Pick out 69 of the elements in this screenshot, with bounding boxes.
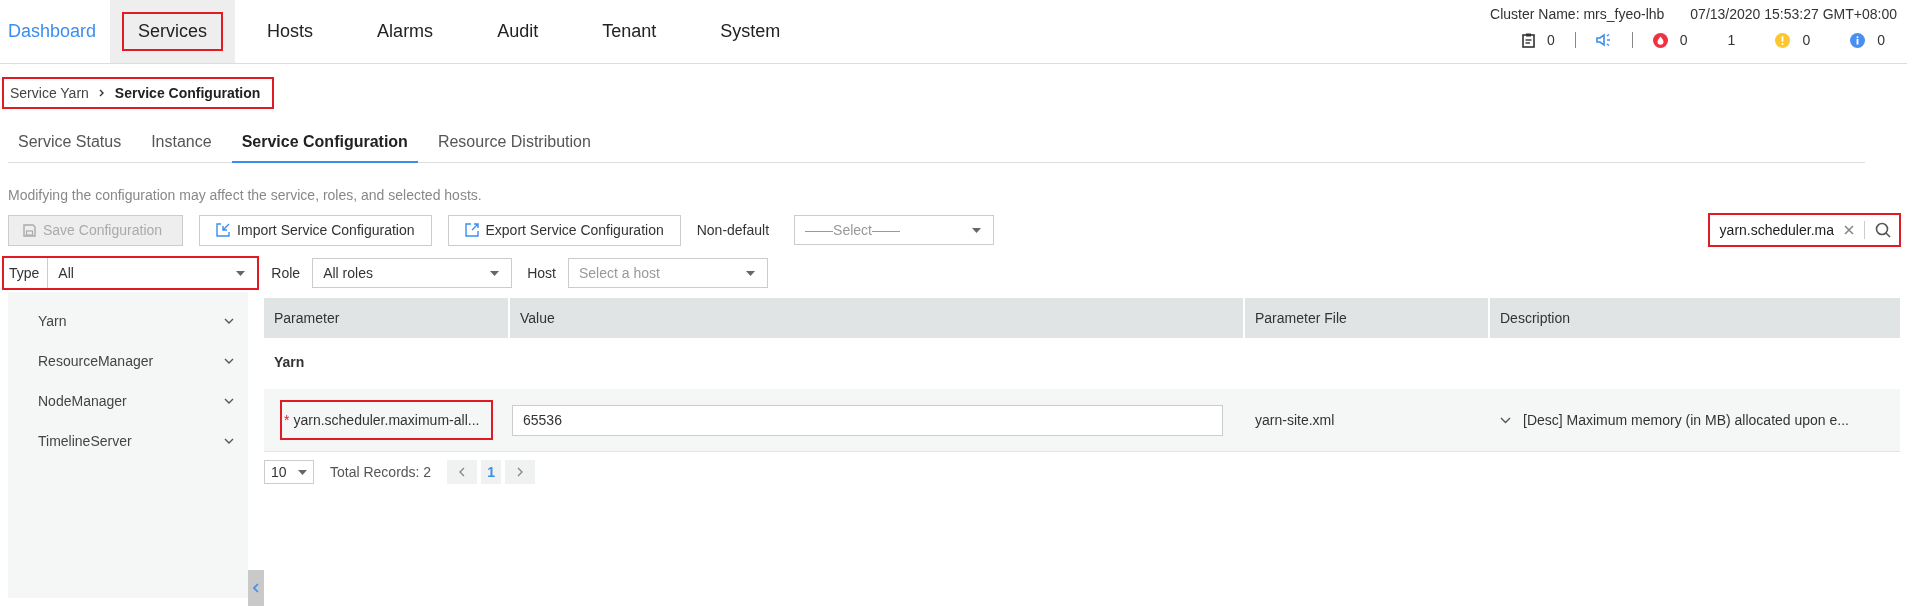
import-button[interactable]: Import Service Configuration	[199, 214, 432, 246]
sidebar-item[interactable]: Yarn	[8, 301, 248, 341]
column-header: Parameter File	[1245, 298, 1490, 338]
breadcrumb-link[interactable]: Service Yarn	[10, 85, 89, 101]
chevron-icon	[98, 89, 105, 97]
export-button[interactable]: Export Service Configuration	[447, 214, 681, 246]
nav-tab[interactable]: Hosts	[235, 0, 346, 63]
chevron-down-icon	[224, 438, 234, 444]
caret-icon	[490, 270, 500, 276]
sidebar-item[interactable]: NodeManager	[8, 381, 248, 421]
chevron-right-icon	[517, 467, 524, 477]
caret-icon	[298, 469, 307, 475]
critical-alarm-icon[interactable]	[1652, 32, 1668, 48]
nav-tab[interactable]: Tenant	[570, 0, 689, 63]
nav-tab[interactable]: System	[688, 0, 813, 63]
column-header: Value	[510, 298, 1245, 338]
search-field[interactable]: yarn.scheduler.ma	[1707, 213, 1901, 247]
page-size-select[interactable]: 10	[264, 460, 314, 484]
info-icon[interactable]	[1850, 32, 1866, 48]
alarm-count: 1	[1727, 32, 1736, 48]
chevron-down-icon	[224, 358, 234, 364]
cluster-name: Cluster Name: mrs_fyeo-lhb	[1490, 6, 1665, 22]
caret-icon	[236, 270, 246, 276]
expand-chevron-icon[interactable]	[1500, 416, 1511, 424]
filter-select[interactable]: All roles	[312, 258, 513, 288]
total-records: Total Records: 2	[330, 464, 432, 480]
alarm-count: 0	[1679, 32, 1688, 48]
collapse-handle[interactable]	[248, 570, 264, 606]
chevron-left-icon	[459, 467, 466, 477]
group-title: Yarn	[273, 353, 306, 372]
export-icon	[464, 223, 479, 237]
nav-tab[interactable]: Alarms	[345, 0, 466, 63]
chevron-down-icon	[224, 398, 234, 404]
tab[interactable]: Service Status	[8, 125, 132, 163]
sidebar-item[interactable]: TimelineServer	[8, 421, 248, 461]
previous-page-button[interactable]	[447, 460, 478, 484]
caret-icon	[745, 270, 755, 276]
filter-label: Host	[527, 265, 556, 281]
caret-icon	[972, 227, 982, 233]
nav-tab[interactable]: Services	[110, 0, 236, 63]
breadcrumb-current: Service Configuration	[114, 85, 261, 101]
parameter-name: * yarn.scheduler.maximum-all...	[280, 400, 494, 440]
alarm-count: 0	[1877, 32, 1885, 48]
description-text: [Desc] Maximum memory (in MB) allocated upon e...	[1523, 412, 1849, 428]
column-header: Description	[1499, 309, 1572, 328]
date-time: 07/13/2020 15:53:27 GMT+08:00	[1690, 6, 1897, 22]
import-icon	[216, 223, 231, 237]
search-icon[interactable]	[1875, 222, 1891, 238]
clear-icon[interactable]	[1844, 225, 1854, 235]
save-icon	[23, 223, 36, 237]
tab[interactable]: Service Configuration	[231, 125, 418, 163]
alarm-count: 0	[1802, 32, 1811, 48]
tab[interactable]: Instance	[141, 125, 222, 163]
filter-label: Type	[8, 265, 41, 281]
speaker-icon[interactable]	[1595, 33, 1612, 47]
filter-label: Role	[271, 265, 301, 281]
clipboard-icon[interactable]	[1522, 32, 1535, 48]
sidebar-item[interactable]: ResourceManager	[8, 341, 248, 381]
chevron-left-icon	[253, 583, 259, 593]
non-default-label: Non-default	[696, 222, 770, 238]
column-header: Parameter	[264, 298, 510, 338]
nav-tab[interactable]: Audit	[465, 0, 571, 63]
next-page-button[interactable]	[505, 460, 536, 484]
alarm-count: 0	[1547, 32, 1555, 48]
value-input[interactable]: 65536	[512, 404, 1223, 436]
tab[interactable]: Resource Distribution	[427, 125, 601, 163]
hint-text: Modifying the configuration may affect the service, roles, and selected hosts.	[8, 187, 483, 203]
chevron-down-icon	[224, 318, 234, 324]
parameter-file: yarn-site.xml	[1255, 412, 1335, 428]
